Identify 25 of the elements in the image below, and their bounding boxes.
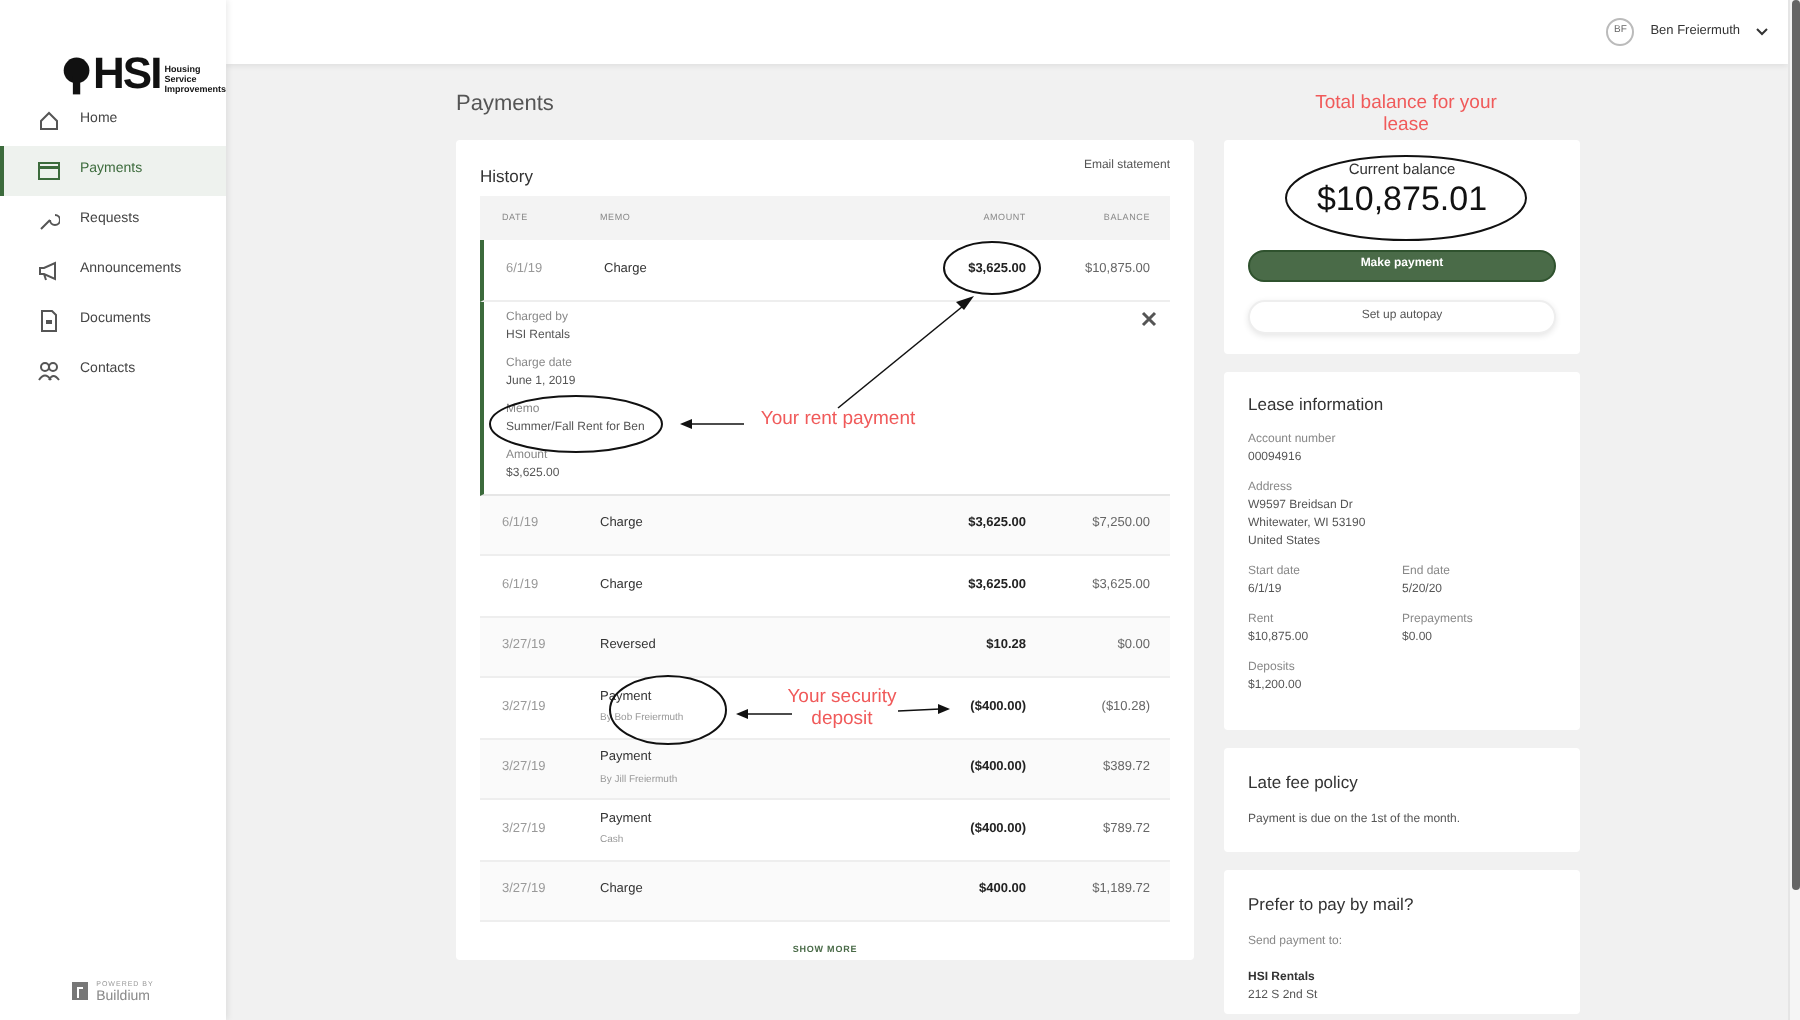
annotation-arrow <box>897 704 950 714</box>
people-icon <box>38 360 60 382</box>
annotation-label: Your security deposit <box>785 688 899 732</box>
page-title: Payments <box>456 90 556 120</box>
card-title: Lease information <box>1248 391 1386 417</box>
annotation-label: Your rent payment <box>758 410 918 432</box>
tree-logo-icon <box>60 56 94 96</box>
card-title: History <box>480 164 533 190</box>
annotation-arrow <box>837 296 974 409</box>
annotation-arrow <box>736 709 793 719</box>
annotation-label: Total balance for your lease <box>1313 94 1499 138</box>
scrollbar-thumb[interactable] <box>1791 0 1799 890</box>
document-icon <box>38 310 60 332</box>
card-title: Late fee policy <box>1248 770 1360 797</box>
close-icon[interactable] <box>1140 309 1158 327</box>
balance-amount: $10,875.01 <box>1316 180 1488 222</box>
caret-icon <box>1756 28 1768 36</box>
logo-text: HSI <box>93 52 161 96</box>
home-icon <box>38 110 60 132</box>
annotation-ellipse <box>943 241 1041 295</box>
annotation-arrow <box>680 419 745 429</box>
megaphone-icon <box>38 260 60 282</box>
buildium-logo-icon <box>72 982 89 1001</box>
card-title: Prefer to pay by mail? <box>1248 892 1416 918</box>
credit-card-icon <box>38 160 60 182</box>
